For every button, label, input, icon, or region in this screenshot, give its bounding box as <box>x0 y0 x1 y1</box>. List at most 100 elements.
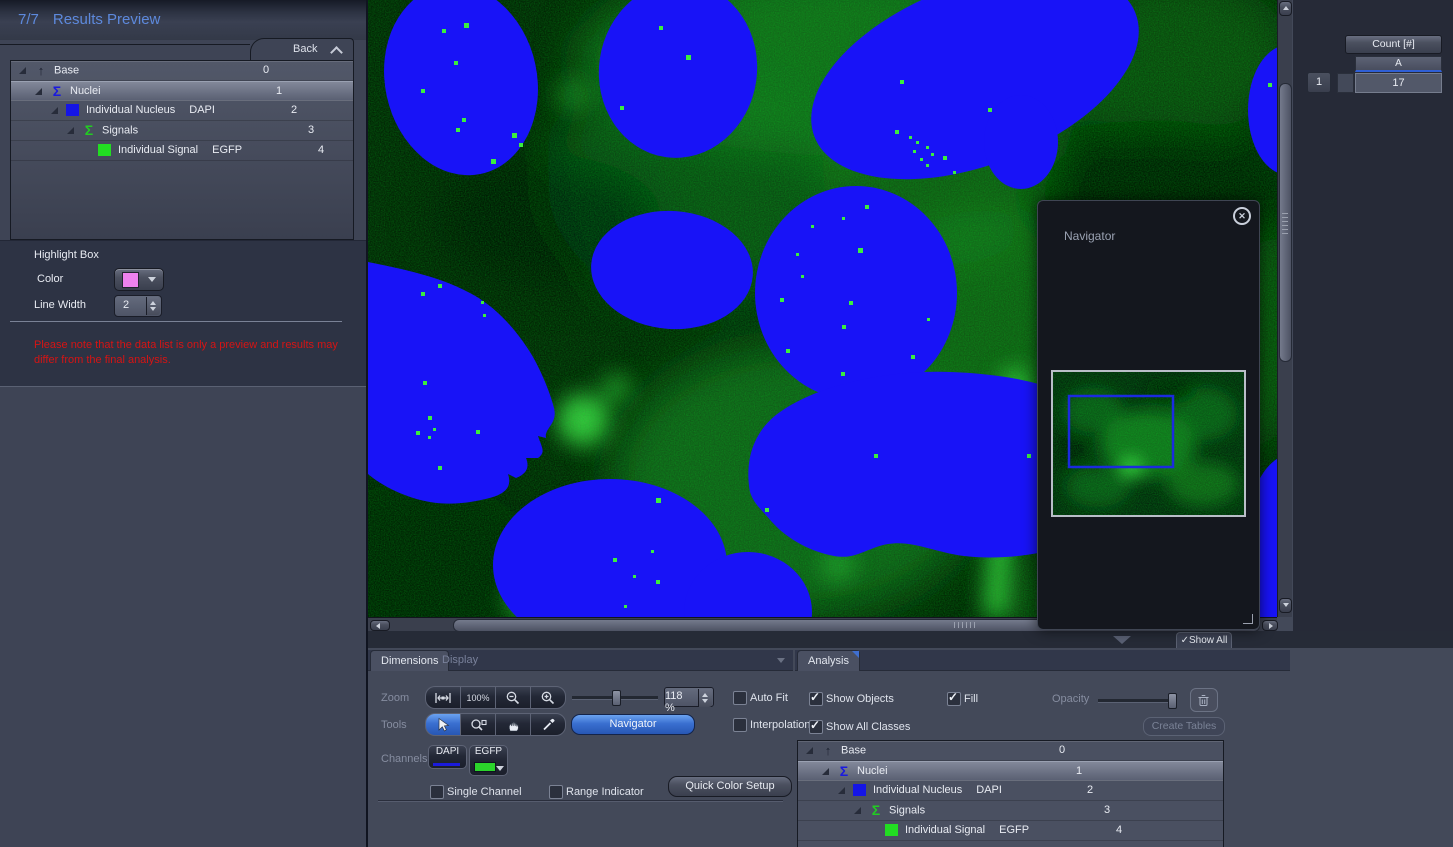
stepper-buttons[interactable] <box>146 297 160 315</box>
expander-icon[interactable] <box>67 127 74 134</box>
show-all-classes-checkbox[interactable]: ✓ <box>809 720 823 734</box>
resize-grip[interactable] <box>1243 614 1253 624</box>
zoom-100-button[interactable]: 100% <box>460 686 495 709</box>
channel-dapi-button[interactable]: DAPI <box>428 745 467 769</box>
cursor-icon <box>436 717 450 732</box>
green-square-icon <box>98 144 111 156</box>
tab-display[interactable]: Display <box>432 650 488 670</box>
color-label: Color <box>37 273 63 285</box>
expander-icon[interactable] <box>35 88 42 95</box>
line-width-stepper[interactable]: 2 <box>114 295 162 317</box>
collapse-triangle-icon[interactable] <box>1113 636 1131 644</box>
expander-icon[interactable] <box>51 107 58 114</box>
tree-row-individual-signal[interactable]: Individual SignalEGFP4 <box>798 821 1223 841</box>
range-indicator-checkbox[interactable] <box>549 785 563 799</box>
vertical-scrollbar-thumb[interactable] <box>1279 83 1292 362</box>
pan-tool-button[interactable] <box>495 713 530 736</box>
zoom-slider[interactable] <box>572 696 658 700</box>
single-channel-checkbox[interactable] <box>430 785 444 799</box>
expander-icon[interactable] <box>822 768 829 775</box>
zoom-in-button[interactable] <box>530 686 566 709</box>
pipette-icon <box>541 717 556 732</box>
section-title: Highlight Box <box>34 249 99 261</box>
zoom-value-field[interactable]: 118 % <box>664 687 714 707</box>
highlight-color-dropdown[interactable] <box>114 268 164 291</box>
tree-row-label: Individual Nucleus <box>86 104 175 116</box>
fit-view-button[interactable] <box>425 686 460 709</box>
sum-blue-icon: Σ <box>837 762 851 780</box>
zoom-label: Zoom <box>381 692 409 704</box>
quick-color-setup-button[interactable]: Quick Color Setup <box>668 776 792 797</box>
tree-row-label: Individual Signal <box>118 144 198 156</box>
channel-egfp-button[interactable]: EGFP <box>469 745 508 776</box>
tree-row-count: 0 <box>1059 741 1065 760</box>
row-header[interactable]: 1 <box>1307 72 1331 93</box>
expander-icon[interactable] <box>838 787 845 794</box>
create-tables-button[interactable]: Create Tables <box>1143 717 1225 736</box>
navigator-thumbnail[interactable] <box>1051 370 1246 517</box>
tree-row-base[interactable]: ↑Base0 <box>798 741 1223 761</box>
tab-analysis-label: Analysis <box>808 655 849 667</box>
fill-checkbox[interactable]: ✓ <box>947 692 961 706</box>
interpolation-checkbox[interactable] <box>733 718 747 732</box>
step-up-icon[interactable] <box>702 693 708 697</box>
show-all-toggle[interactable]: ✓Show All <box>1176 632 1232 649</box>
tree-row-individual-nucleus[interactable]: Individual NucleusDAPI2 <box>11 101 353 121</box>
zoom-out-button[interactable] <box>495 686 530 709</box>
zoom-button-group: 100% <box>425 686 566 709</box>
step-down-icon[interactable] <box>702 699 708 703</box>
analysis-tabbar: Analysis <box>795 650 1290 671</box>
tree-row-signals[interactable]: ΣSignals3 <box>798 801 1223 821</box>
column-a-header[interactable]: A <box>1355 56 1442 72</box>
tree-row-nuclei[interactable]: ΣNuclei1 <box>11 81 353 101</box>
line-width-label: Line Width <box>34 299 86 311</box>
expander-icon[interactable] <box>806 747 813 754</box>
opacity-slider[interactable] <box>1098 699 1176 703</box>
navigator-panel[interactable]: ✕ Navigator <box>1037 200 1260 630</box>
zoom-region-tool-button[interactable] <box>460 713 495 736</box>
thumb-grip <box>1282 212 1288 234</box>
tree-row-label: Base <box>841 744 866 756</box>
close-icon[interactable]: ✕ <box>1233 207 1251 225</box>
count-column-header[interactable]: Count [#] <box>1345 35 1442 54</box>
picker-tool-button[interactable] <box>530 713 566 736</box>
chevron-down-icon[interactable] <box>496 766 504 771</box>
step-up-icon[interactable] <box>150 301 156 305</box>
zoom-slider-handle[interactable] <box>612 690 621 706</box>
tree-row-individual-nucleus[interactable]: Individual NucleusDAPI2 <box>798 781 1223 801</box>
opacity-slider-handle[interactable] <box>1168 693 1177 709</box>
auto-fit-checkbox[interactable] <box>733 691 747 705</box>
vertical-scrollbar[interactable] <box>1277 0 1292 617</box>
scroll-left-button[interactable] <box>370 620 390 631</box>
tab-analysis[interactable]: Analysis <box>797 650 860 671</box>
tree-row-nuclei[interactable]: ΣNuclei1 <box>798 761 1223 781</box>
tree-row-individual-signal[interactable]: Individual SignalEGFP4 <box>11 141 353 161</box>
fill-label: Fill <box>964 693 978 705</box>
highlight-box-section: Highlight Box Color Line Width 2 Please … <box>0 240 366 387</box>
navigator-button[interactable]: Navigator <box>571 714 695 735</box>
cursor-tool-button[interactable] <box>425 713 460 736</box>
show-objects-checkbox[interactable]: ✓ <box>809 692 823 706</box>
expander-icon[interactable] <box>19 67 26 74</box>
chevron-up-icon[interactable] <box>330 46 343 59</box>
expander-icon[interactable] <box>854 807 861 814</box>
egfp-color-swatch[interactable] <box>474 762 496 772</box>
chevron-down-icon[interactable] <box>777 658 785 663</box>
scroll-up-button[interactable] <box>1279 1 1292 16</box>
zen-analysis-window: 7/7Results Preview Back ↑Base0 ΣNuclei1 … <box>0 0 1453 847</box>
tree-row-count: 2 <box>291 101 297 120</box>
scroll-right-button[interactable] <box>1262 620 1278 631</box>
auto-fit-label: Auto Fit <box>750 692 788 704</box>
delete-button[interactable] <box>1190 688 1218 712</box>
tree-row-base[interactable]: ↑Base0 <box>11 61 353 81</box>
scroll-down-button[interactable] <box>1279 598 1292 613</box>
page-title-text: Results Preview <box>53 11 161 28</box>
tree-row-signals[interactable]: ΣSignals3 <box>11 121 353 141</box>
back-button[interactable]: Back <box>250 38 354 62</box>
wizard-header: 7/7Results Preview <box>0 0 366 40</box>
zoom-stepper[interactable] <box>698 689 712 707</box>
step-down-icon[interactable] <box>150 307 156 311</box>
count-value-cell[interactable]: 17 <box>1355 73 1442 93</box>
channel-dapi-label: DAPI <box>436 746 459 757</box>
zoom-out-icon <box>505 690 521 706</box>
